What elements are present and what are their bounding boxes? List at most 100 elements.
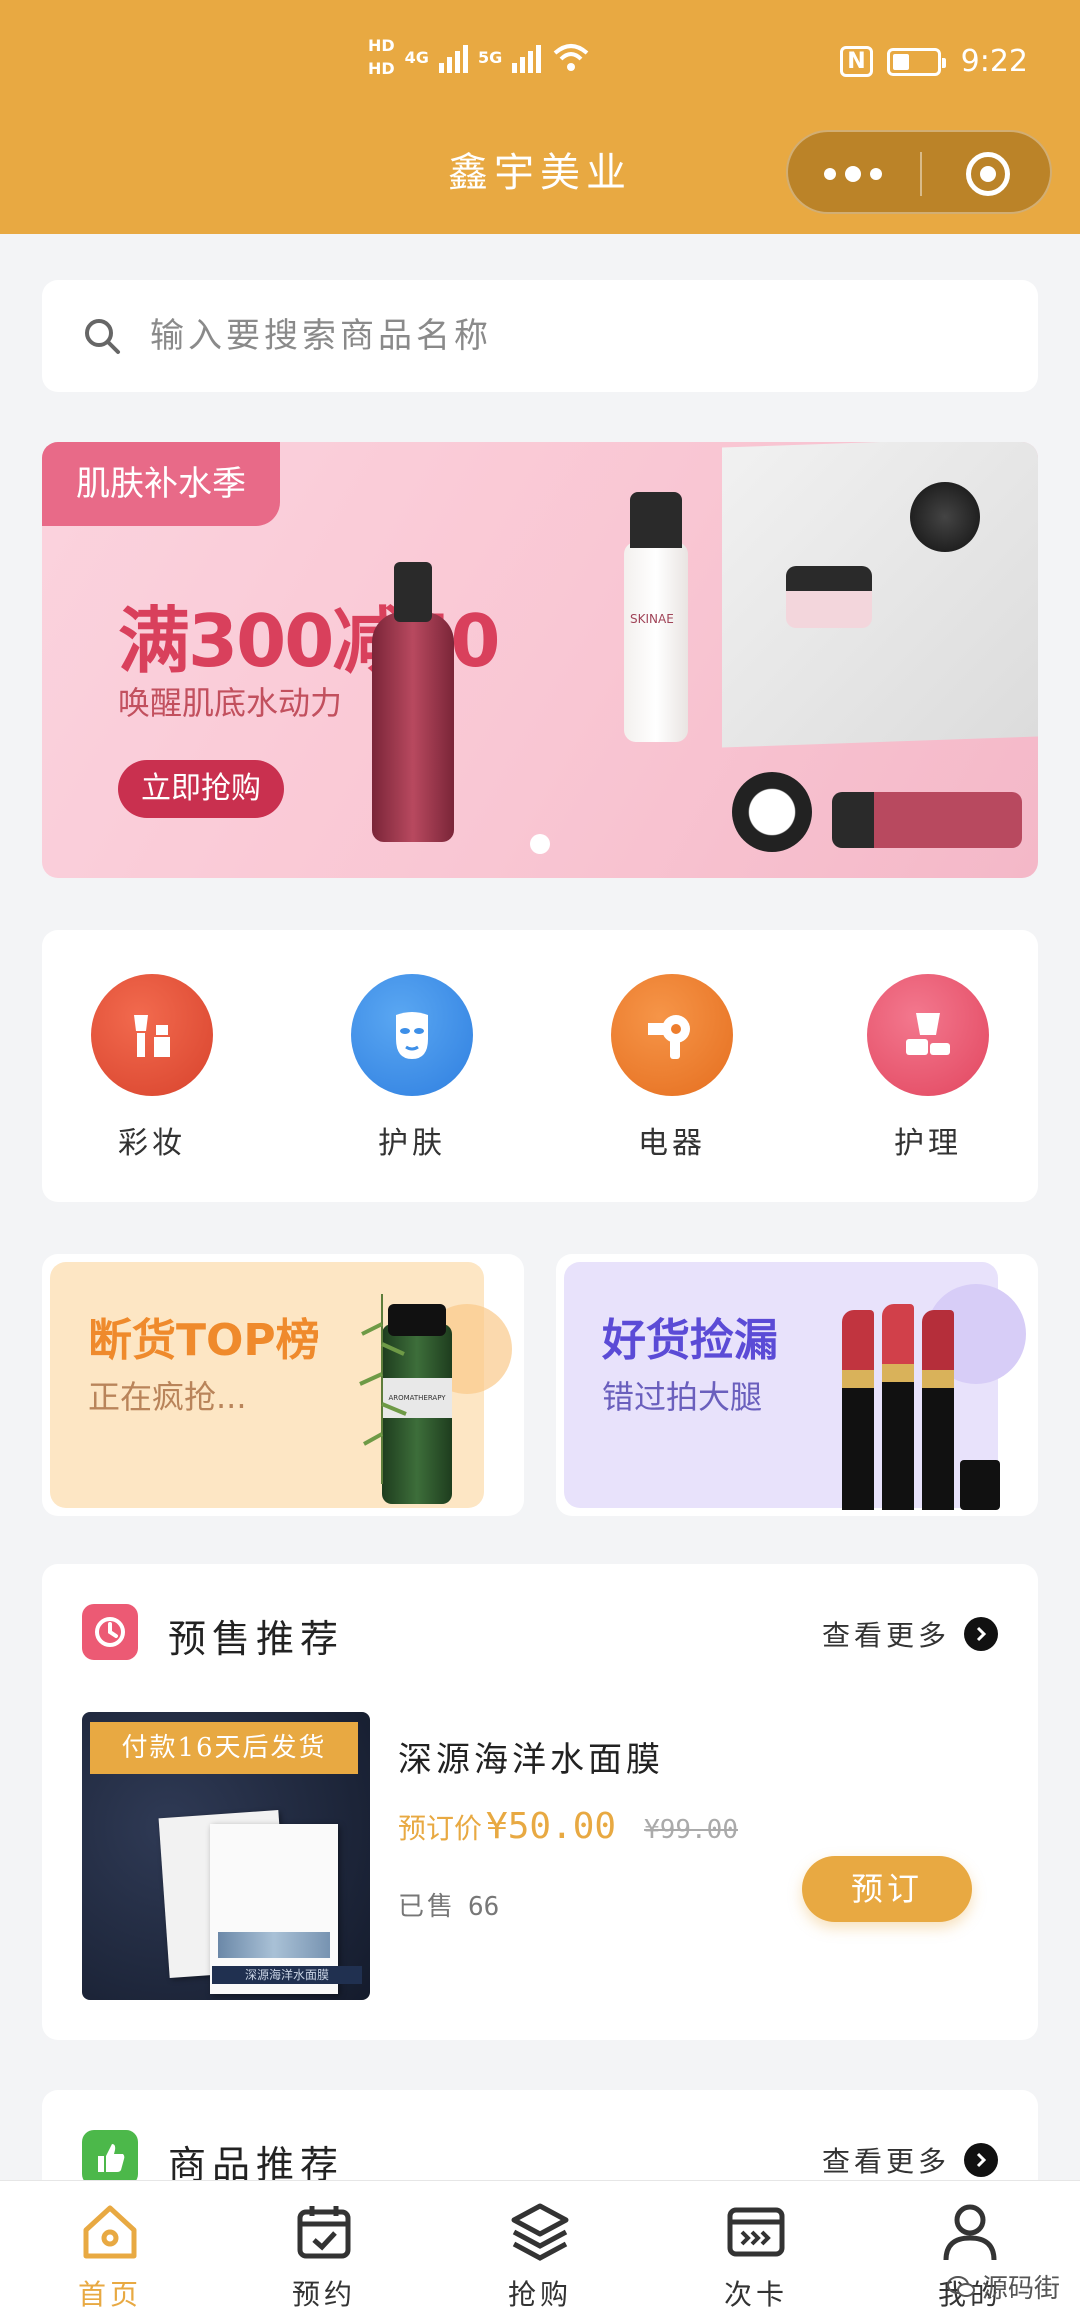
tab-label: 首页 xyxy=(77,2278,142,2311)
rosemary-leaf-icon xyxy=(359,1294,407,1484)
watermark: 源码街 xyxy=(946,2268,1060,2305)
product-name[interactable]: 深源海洋水面膜 xyxy=(398,1732,664,1781)
presale-title: 预售推荐 xyxy=(168,1617,345,1661)
lipstick-2 xyxy=(882,1304,914,1510)
sold-value: 66 xyxy=(468,1892,500,1922)
original-price: ¥99.00 xyxy=(644,1815,738,1845)
tab-label: 次卡 xyxy=(723,2278,788,2311)
more-label: 查看更多 xyxy=(821,2145,950,2178)
presale-product-image[interactable]: 付款16天后发货 深源海洋水面膜 xyxy=(82,1712,370,2000)
more-label: 查看更多 xyxy=(821,1619,950,1652)
banner-jar xyxy=(786,566,872,628)
banner-tag: 肌肤补水季 xyxy=(42,442,280,526)
thumbs-up-icon xyxy=(82,2130,138,2186)
sold-count: 已售 66 xyxy=(398,1886,499,1923)
recommend-header: 商品推荐 查看更多 xyxy=(82,2130,998,2187)
presale-section: 预售推荐 查看更多 付款16天后发货 深源海洋水面膜 深源海洋水面膜 预订价 ¥… xyxy=(42,1564,1038,2040)
presale-header: 预售推荐 查看更多 xyxy=(82,1604,998,1661)
top-header: HD HD 4G 5G N 9:22 鑫宇美业 xyxy=(0,0,1080,234)
banner-lying-bottle xyxy=(832,792,1022,848)
layers-icon xyxy=(470,2197,610,2267)
recommend-more-link[interactable]: 查看更多 xyxy=(822,2140,998,2180)
banner-round-bottle xyxy=(910,482,980,552)
lipstick-cap xyxy=(960,1460,1000,1510)
capsule-divider xyxy=(920,152,922,196)
makeup-brush-icon xyxy=(91,974,213,1096)
status-right: N 9:22 xyxy=(840,44,1028,79)
tab-home[interactable]: 首页 xyxy=(40,2197,180,2313)
lipstick-1 xyxy=(842,1310,874,1510)
sold-label: 已售 xyxy=(398,1892,457,1922)
promo-card-top-list[interactable]: 断货TOP榜 正在疯抢... AROMATHERAPY xyxy=(42,1254,524,1516)
banner-pump-bottle: SKINAE xyxy=(624,542,688,742)
tab-label: 预约 xyxy=(291,2278,356,2311)
mini-program-capsule xyxy=(786,130,1052,214)
banner-product-text: SKINAE xyxy=(630,612,674,626)
skincare-bottle-icon xyxy=(867,974,989,1096)
box-caption: 深源海洋水面膜 xyxy=(212,1966,362,1984)
presale-more-link[interactable]: 查看更多 xyxy=(822,1614,998,1654)
category-label: 护肤 xyxy=(378,1126,446,1161)
promo-card-deals[interactable]: 好货捡漏 错过拍大腿 xyxy=(556,1254,1038,1516)
search-icon xyxy=(85,319,120,354)
search-input[interactable] xyxy=(150,316,950,356)
chevron-right-icon xyxy=(964,1617,998,1651)
status-bar: HD HD 4G 5G N 9:22 xyxy=(0,36,1080,96)
hd1-label: HD xyxy=(368,36,395,55)
presale-clock-icon xyxy=(82,1604,138,1660)
lipstick-3 xyxy=(922,1310,954,1510)
tab-card[interactable]: 次卡 xyxy=(686,2197,826,2313)
banner-bottle-cap xyxy=(394,562,432,622)
search-bar[interactable] xyxy=(42,280,1038,392)
banner-buy-button[interactable]: 立即抢购 xyxy=(118,760,284,818)
preorder-button[interactable]: 预订 xyxy=(802,1856,972,1922)
battery-icon xyxy=(886,47,946,76)
close-target-icon[interactable] xyxy=(966,152,1010,196)
nfc-icon: N xyxy=(840,46,873,77)
more-menu-icon[interactable] xyxy=(788,132,918,216)
category-label: 彩妆 xyxy=(118,1126,186,1161)
wechat-icon xyxy=(946,2275,975,2297)
promo-title: 好货捡漏 xyxy=(602,1315,778,1366)
banner-pump-top xyxy=(630,492,682,548)
watermark-text: 源码街 xyxy=(981,2274,1060,2304)
chevron-right-icon xyxy=(964,2143,998,2177)
face-mask-icon xyxy=(351,974,473,1096)
clock: 9:22 xyxy=(960,44,1028,79)
wifi-icon xyxy=(553,44,589,71)
banner-subline: 唤醒肌底水动力 xyxy=(118,684,343,722)
promo-subtitle: 正在疯抢... xyxy=(88,1378,247,1416)
category-panel: 彩妆 护肤 电器 护理 xyxy=(42,930,1038,1202)
product-price: 预订价 ¥50.00 ¥99.00 xyxy=(398,1806,738,1847)
price-value: ¥50.00 xyxy=(486,1806,617,1847)
category-item-care[interactable]: 护理 xyxy=(848,974,1008,1162)
hd2-label: HD xyxy=(368,59,395,78)
hair-dryer-icon xyxy=(611,974,733,1096)
promo-title: 断货TOP榜 xyxy=(88,1315,320,1366)
user-icon xyxy=(900,2197,1040,2267)
banner-marble-bg xyxy=(722,442,1038,748)
price-label: 预订价 xyxy=(398,1812,483,1845)
promo-subtitle: 错过拍大腿 xyxy=(602,1378,763,1416)
category-item-appliance[interactable]: 电器 xyxy=(592,974,752,1162)
category-item-makeup[interactable]: 彩妆 xyxy=(72,974,232,1162)
promo-banner[interactable]: 肌肤补水季 满300减50 唤醒肌底水动力 立即抢购 SKINAE xyxy=(42,442,1038,878)
card-icon xyxy=(686,2197,826,2267)
ship-ribbon: 付款16天后发货 xyxy=(90,1722,358,1774)
banner-pagination-dot[interactable] xyxy=(530,834,550,854)
network1-label: 4G xyxy=(404,47,429,67)
tab-label: 抢购 xyxy=(507,2278,572,2311)
category-item-skincare[interactable]: 护肤 xyxy=(332,974,492,1162)
signal-group: HD HD 4G 5G xyxy=(368,36,591,78)
bottom-tab-bar: 首页 预约 抢购 次卡 我的 xyxy=(0,2180,1080,2324)
signal-bars-icon xyxy=(438,41,468,73)
calendar-check-icon xyxy=(254,2197,394,2267)
category-label: 电器 xyxy=(638,1126,706,1161)
category-label: 护理 xyxy=(894,1126,962,1161)
banner-bottle-tall xyxy=(372,612,454,842)
home-icon xyxy=(40,2197,180,2267)
tab-flash-sale[interactable]: 抢购 xyxy=(470,2197,610,2313)
signal-bars-icon-2 xyxy=(512,41,542,73)
tab-booking[interactable]: 预约 xyxy=(254,2197,394,2313)
banner-cream-jar xyxy=(732,772,812,852)
